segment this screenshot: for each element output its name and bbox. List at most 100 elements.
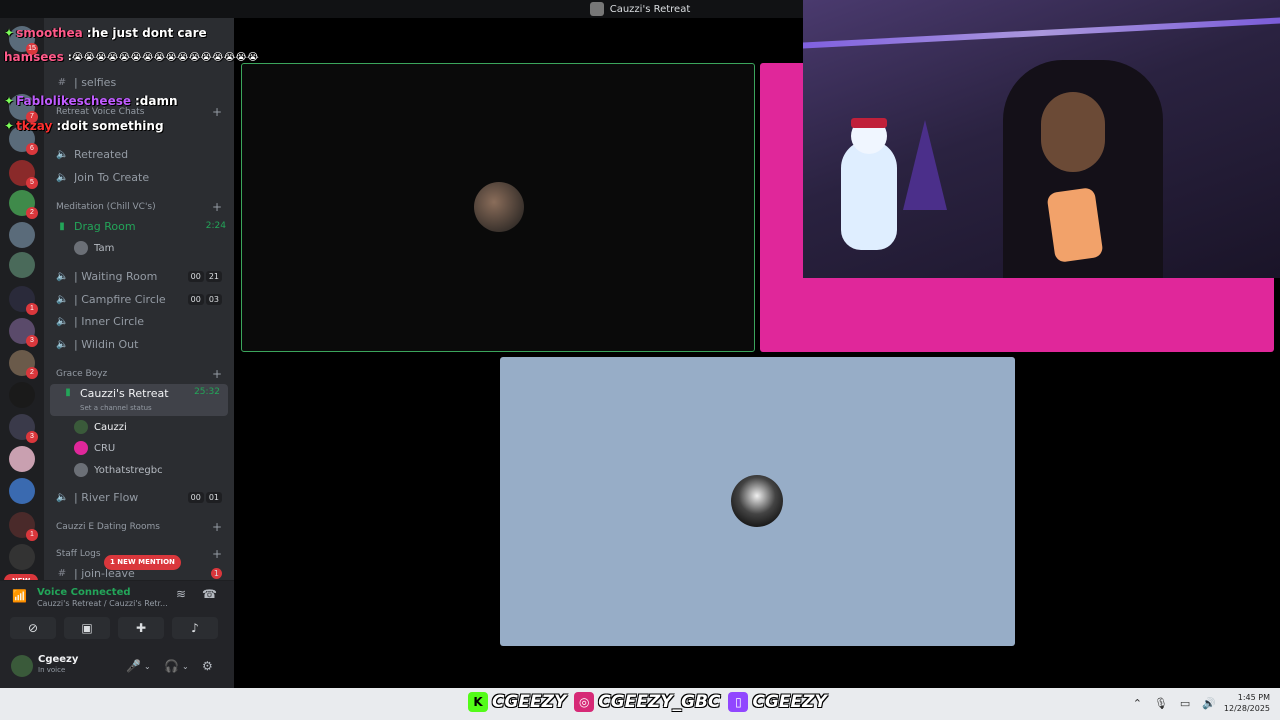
voice-active-icon: ▮ [65,387,71,398]
soundboard-icon: ♪ [191,621,199,635]
video-tile-speaking[interactable] [241,63,755,352]
speaker-icon: 🔈 [56,270,69,282]
video-tile-blue[interactable] [500,357,1015,646]
server-icon[interactable]: 2 [9,350,38,379]
activities-icon: ✚ [135,621,147,635]
microphone-icon[interactable]: 🎤 [126,659,141,673]
system-clock[interactable]: 1:45 PM 12/28/2025 [1224,692,1270,714]
add-channel-icon[interactable]: + [212,200,222,214]
snowman-decoration [841,140,897,250]
unread-badge: 2 [26,207,38,219]
server-icon[interactable] [9,478,35,504]
soundboard-button[interactable]: ♪ [172,617,218,639]
channel-cauzzis-retreat[interactable]: ▮ Cauzzi's Retreat Set a channel status … [50,384,228,416]
screen-share-button[interactable]: ▣ [64,617,110,639]
voice-user[interactable]: Cauzzi [74,417,127,437]
unread-badge: 1 [26,303,38,315]
server-icon[interactable] [9,446,35,472]
channel-wildin-out[interactable]: 🔈 | Wildin Out [44,334,234,354]
server-icon[interactable] [9,222,35,248]
channel-campfire-circle[interactable]: 🔈 | Campfire Circle 00 03 [44,289,234,309]
speaker-icon[interactable]: 🔊 [1202,697,1216,710]
add-channel-icon[interactable]: + [212,367,222,381]
server-icon[interactable]: 2 [9,190,38,219]
chevron-down-icon[interactable]: ⌄ [182,662,189,671]
gem-icon: ✦ [4,119,15,133]
speaker-icon: 🔈 [56,293,69,305]
server-icon[interactable]: 1 [9,512,38,541]
kick-icon: K [468,692,488,712]
gem-icon: ✦ [4,26,15,40]
user-bar: Cgeezy In voice 🎤 ⌄ 🎧 ⌄ ⚙ [0,647,234,689]
channel-inner-circle[interactable]: 🔈 | Inner Circle [44,311,234,331]
server-icon[interactable] [9,544,35,570]
chat-message: ✦ tkzay: doit something [4,119,164,133]
avatar [74,420,88,434]
channel-waiting-room[interactable]: 🔈 | Waiting Room 00 21 [44,266,234,286]
server-icon [589,2,604,16]
server-icon[interactable]: 3 [9,318,38,347]
gem-icon: ✦ [4,94,15,108]
camera-toggle-button[interactable]: ⊘ [10,617,56,639]
signal-icon: 📶 [12,589,27,603]
activities-button[interactable]: ✚ [118,617,164,639]
user-limit-counter: 00 03 [187,293,222,305]
speaker-icon: 🔈 [56,338,69,350]
voice-user[interactable]: Tam [74,238,114,258]
stream-branding: K CGEEZY ◎ CGEEZY_GBC ▯ CGEEZY [468,692,831,712]
taskbar: K CGEEZY ◎ CGEEZY_GBC ▯ CGEEZY ⌃ 🎙 ▭ 🔊 1… [0,688,1280,720]
chevron-up-icon[interactable]: ⌃ [1133,697,1142,710]
channel-river-flow[interactable]: 🔈 | River Flow 00 01 [44,487,234,507]
window-title: Cauzzi's Retreat [609,3,691,15]
participant-avatar [474,182,524,232]
chevron-down-icon[interactable]: ⌄ [144,662,151,671]
camera-off-icon: ⊘ [27,621,39,635]
voice-connection-status[interactable]: 📶 Voice Connected Cauzzi's Retreat / Cau… [12,587,168,608]
channel-selfies[interactable]: # | selfies [44,72,234,92]
disconnect-icon[interactable]: ☎ [202,587,217,601]
server-icon[interactable] [9,252,35,278]
chat-message: ✦ smoothea: he just dont care [4,26,207,40]
twitch-icon: ▯ [728,692,749,712]
noise-suppression-icon[interactable]: ≋ [176,587,186,601]
voice-user[interactable]: Yothatstregbc [74,460,163,480]
unread-badge: 3 [26,431,38,443]
server-icon[interactable]: 5 [9,160,38,189]
led-strip [803,17,1280,49]
unread-badge: 1 [210,567,222,579]
unread-badge: 6 [26,143,38,155]
channel-drag-room[interactable]: ▮ Drag Room 2:24 [44,216,234,236]
channel-status[interactable]: Set a channel status [80,404,152,412]
add-channel-icon[interactable]: + [212,520,222,534]
participant-avatar [731,475,783,527]
server-icon[interactable]: 3 [9,414,38,443]
speaker-icon: 🔈 [56,171,69,183]
headphones-icon[interactable]: 🎧 [164,659,179,673]
category-dating-rooms[interactable]: Cauzzi E Dating Rooms + [44,519,234,535]
add-channel-icon[interactable]: + [212,105,222,119]
server-icon[interactable] [9,382,35,408]
screen-share-icon: ▣ [81,621,93,635]
user-limit-counter: 00 01 [187,491,222,503]
channel-retreated[interactable]: 🔈 Retreated [44,144,234,164]
category-meditation[interactable]: Meditation (Chill VC's) + [44,199,234,215]
gear-icon[interactable]: ⚙ [202,659,213,673]
user-limit-counter: 00 21 [187,270,222,282]
channel-join-to-create[interactable]: 🔈 Join To Create [44,167,234,187]
instagram-icon: ◎ [574,692,595,712]
christmas-tree [903,120,947,210]
add-channel-icon[interactable]: + [212,547,222,561]
streamer-webcam [803,0,1280,278]
display-icon[interactable]: ▭ [1180,697,1190,710]
voice-panel: 📶 Voice Connected Cauzzi's Retreat / Cau… [0,580,234,689]
new-mention-pill[interactable]: 1 NEW MENTION [104,555,181,570]
microphone-icon[interactable]: 🎙 [1154,697,1168,710]
phone [1046,187,1104,263]
server-icon[interactable]: 1 [9,286,38,315]
avatar [74,441,88,455]
unread-badge: 5 [26,177,38,189]
unread-badge: 3 [26,335,38,347]
avatar[interactable] [11,655,33,677]
category-grace-boyz[interactable]: Grace Boyz + [44,366,234,382]
voice-user[interactable]: CRU [74,438,115,458]
